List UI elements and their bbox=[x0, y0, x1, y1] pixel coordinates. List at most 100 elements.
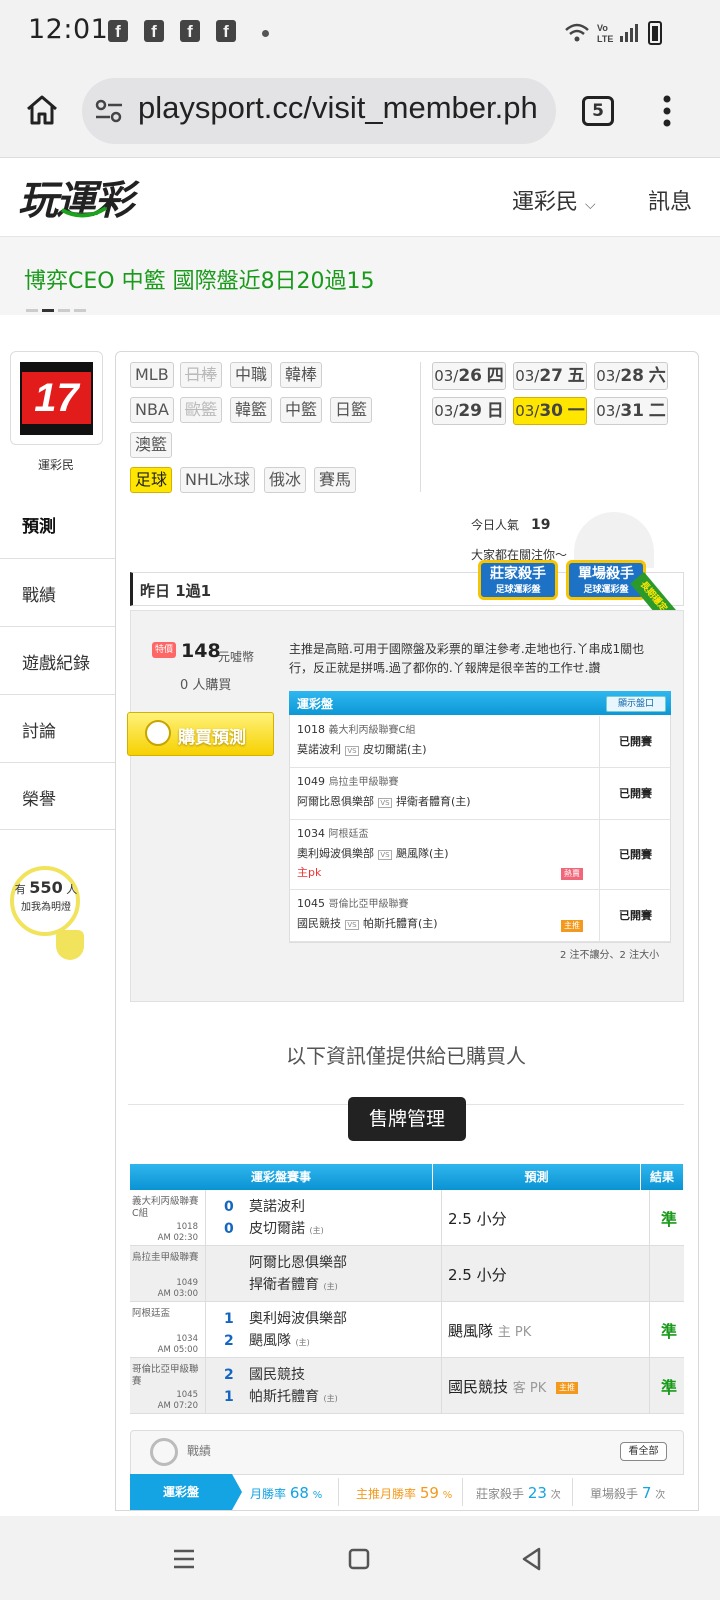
coin-icon bbox=[145, 720, 171, 746]
league-name: 烏拉圭甲級聯賽 bbox=[132, 1252, 199, 1263]
signal-icon bbox=[620, 36, 623, 42]
home-icon[interactable] bbox=[24, 92, 60, 128]
prediction-row: 1018 義大利丙級聯賽C組 莫諾波利 VS 皮切爾諾(主) 已開賽 bbox=[289, 716, 671, 768]
carousel-dot-active[interactable] bbox=[42, 309, 54, 312]
tab-arrow bbox=[232, 1474, 242, 1510]
back-icon[interactable] bbox=[520, 1546, 542, 1572]
date-option[interactable]: 03/26 四 bbox=[432, 362, 506, 390]
match-meta: 1045 AM 07:20 bbox=[157, 1390, 198, 1411]
league-tag[interactable]: NBA bbox=[130, 397, 174, 423]
table-row bbox=[130, 1358, 684, 1414]
match-status: 已開賽 bbox=[599, 768, 671, 820]
league-tag[interactable]: 日籃 bbox=[330, 397, 373, 423]
league-tag: 日棒 bbox=[180, 362, 223, 388]
facebook-notification-icon: f bbox=[216, 20, 236, 42]
teams: 阿爾比恩俱樂部 捍衛者體育 (主) bbox=[249, 1255, 347, 1293]
avatar-label: 運彩民 bbox=[37, 458, 74, 472]
results-header-result: 結果 bbox=[641, 1164, 684, 1190]
sale-management-button[interactable]: 售牌管理 bbox=[348, 1097, 466, 1141]
price: 148 bbox=[181, 640, 221, 662]
clock: 12:01 bbox=[28, 14, 109, 45]
sidebar-item-game-log[interactable]: 遊戲紀錄 bbox=[0, 626, 116, 694]
results-header-match: 運彩盤賽事 bbox=[130, 1164, 433, 1190]
svg-text:LTE: LTE bbox=[597, 34, 613, 44]
sidebar-item-discussion[interactable]: 討論 bbox=[0, 694, 116, 762]
popularity: 今日人氣 19 bbox=[471, 517, 551, 533]
match-status: 已開賽 bbox=[599, 890, 671, 942]
match-info: 1018 義大利丙級聯賽C組 莫諾波利 VS 皮切爾諾(主) bbox=[297, 723, 427, 756]
carousel-dot[interactable] bbox=[74, 309, 86, 312]
carousel-dot[interactable] bbox=[58, 309, 70, 312]
table-row bbox=[130, 1190, 684, 1246]
league-tag[interactable]: MLB bbox=[130, 362, 174, 388]
league-tag[interactable]: NHL冰球 bbox=[180, 467, 255, 493]
league-tag[interactable]: 俄冰 bbox=[264, 467, 307, 493]
prediction-row: 1045 哥倫比亞甲級聯賽 國民競技 VS 帕斯托體育(主) 已開賽 主推 bbox=[289, 890, 671, 942]
league-tag[interactable]: 足球 bbox=[130, 467, 173, 493]
match-status: 已開賽 bbox=[599, 820, 671, 890]
overflow-menu-icon[interactable] bbox=[662, 94, 672, 128]
league-tag[interactable]: 賽馬 bbox=[314, 467, 357, 493]
league-tag[interactable]: 中籃 bbox=[280, 397, 323, 423]
league-tag[interactable]: 韓棒 bbox=[280, 362, 323, 388]
tab-switcher-button[interactable]: 5 bbox=[582, 96, 614, 126]
banner-text[interactable]: 博弈CEO 中籃 國際盤近8日20過15 bbox=[24, 263, 375, 295]
logo-swoosh bbox=[61, 206, 108, 218]
score: 21 bbox=[224, 1367, 234, 1405]
hot-price-badge: 特價 bbox=[152, 642, 176, 658]
date-option[interactable]: 03/31 二 bbox=[594, 397, 668, 425]
avatar-text: 17 bbox=[22, 372, 91, 424]
result-mark: 準 bbox=[660, 1378, 677, 1397]
sidebar-item-predictions[interactable]: 預測 bbox=[0, 490, 116, 558]
divider bbox=[462, 1478, 463, 1506]
main-pick-chip: 主推 bbox=[556, 1382, 578, 1394]
match-meta: 1034 AM 05:00 bbox=[157, 1334, 198, 1355]
single-match-killer-count: 單場殺手 7 次 bbox=[590, 1484, 666, 1502]
nav-messages[interactable]: 訊息 bbox=[648, 184, 692, 216]
date-option[interactable]: 03/29 日 bbox=[432, 397, 506, 425]
result-mark: 準 bbox=[660, 1210, 677, 1229]
nav-member-menu[interactable]: 運彩民 ⌵ bbox=[512, 184, 596, 216]
lightbulb-icon bbox=[56, 930, 84, 960]
facebook-notification-icon: f bbox=[180, 20, 200, 42]
divider bbox=[572, 1478, 573, 1506]
pick-note: 主pk bbox=[297, 866, 322, 879]
league-tag[interactable]: 韓籃 bbox=[230, 397, 273, 423]
site-settings-icon[interactable] bbox=[94, 97, 124, 125]
sidebar-item-honors[interactable]: 榮譽 bbox=[0, 762, 116, 830]
divider bbox=[338, 1478, 339, 1506]
avatar[interactable]: 17 bbox=[20, 362, 93, 435]
price-unit: 元噓幣 bbox=[218, 650, 255, 664]
url-text[interactable]: playsport.cc/visit_member.ph bbox=[138, 90, 544, 126]
results-header-prediction: 預測 bbox=[433, 1164, 641, 1190]
result-mark: 準 bbox=[660, 1322, 677, 1341]
home-nav-icon[interactable] bbox=[348, 1548, 370, 1570]
date-option[interactable]: 03/28 六 bbox=[594, 362, 668, 390]
date-option[interactable]: 03/27 五 bbox=[513, 362, 587, 390]
record-tab[interactable]: 運彩盤 bbox=[130, 1474, 232, 1510]
view-all-button[interactable]: 看全部 bbox=[620, 1442, 667, 1461]
monthly-win-rate: 月勝率 68 % bbox=[250, 1484, 323, 1502]
sidebar-item-record[interactable]: 戰績 bbox=[0, 558, 116, 626]
match-info: 1034 阿根廷盃 奧利姆波俱樂部 VS 颶風隊(主) 主pk bbox=[297, 827, 449, 879]
show-odds-button[interactable]: 顯示盤口 bbox=[606, 696, 666, 712]
league-tag[interactable]: 澳籃 bbox=[130, 432, 173, 458]
banker-killer-badge[interactable]: 莊家殺手 足球運彩盤 bbox=[478, 560, 558, 600]
facebook-notification-icon: f bbox=[108, 20, 128, 42]
follower-count: 有 550 人 bbox=[14, 878, 78, 897]
main-pick-win-rate: 主推月勝率 59 % bbox=[356, 1484, 453, 1502]
score: 00 bbox=[224, 1199, 234, 1237]
volte-icon: Vo bbox=[597, 23, 608, 33]
teams: 國民競技 帕斯托體育 (主) bbox=[249, 1367, 338, 1405]
league-tag[interactable]: 中職 bbox=[230, 362, 273, 388]
divider bbox=[420, 362, 421, 492]
teams: 奧利姆波俱樂部 颶風隊 (主) bbox=[249, 1311, 347, 1349]
league-name: 哥倫比亞甲級聯賽 bbox=[132, 1364, 199, 1387]
recent-apps-icon[interactable] bbox=[172, 1548, 196, 1570]
date-option[interactable]: 03/30 一 bbox=[513, 397, 587, 425]
match-info: 1049 烏拉圭甲級聯賽 阿爾比恩俱樂部 VS 捍衛者體育(主) bbox=[297, 775, 471, 808]
prediction-summary: 2 注不讓分、2 注大小 bbox=[560, 950, 660, 961]
prediction-value: 2.5 小分 bbox=[448, 1210, 507, 1228]
vs-icon: VS bbox=[345, 746, 359, 756]
carousel-dot[interactable] bbox=[26, 309, 38, 312]
